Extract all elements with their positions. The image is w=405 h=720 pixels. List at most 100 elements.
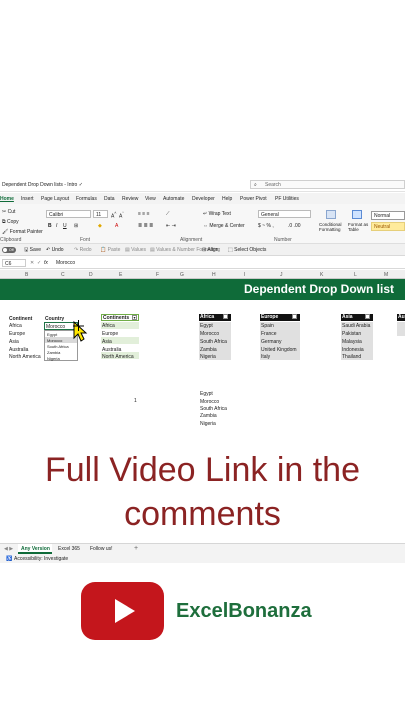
youtube-play-button[interactable] — [81, 582, 164, 640]
africa-cell[interactable]: Egypt — [200, 323, 213, 329]
paste-values-button[interactable]: ▤ Values — [125, 247, 146, 253]
africa-cell[interactable]: South Africa — [200, 339, 227, 345]
continent-cell[interactable]: North America — [9, 354, 41, 360]
font-size-select[interactable]: 11 — [93, 210, 108, 218]
europe-cell[interactable]: Germany — [261, 339, 282, 345]
tab-page-layout[interactable]: Page Layout — [41, 196, 69, 202]
filter-dropdown-icon[interactable]: ▾ — [132, 315, 137, 320]
format-as-table-button[interactable]: Format as Table — [348, 222, 370, 232]
paste-button[interactable]: 📋 Paste — [100, 247, 120, 253]
col-header[interactable]: H — [212, 272, 216, 278]
continent-cell[interactable]: Africa — [9, 323, 22, 329]
orientation-icon[interactable]: ⟋ — [166, 211, 170, 217]
formula-input[interactable]: Morocco — [52, 259, 404, 267]
col-header[interactable]: G — [180, 272, 184, 278]
undo-button[interactable]: ↶ Undo — [46, 247, 64, 253]
italic-button[interactable]: I — [56, 223, 57, 229]
currency-icon[interactable]: $ ~ % , — [258, 223, 274, 229]
tab-view[interactable]: View — [145, 196, 156, 202]
align-left-icon[interactable]: ≣ ≣ ≣ — [138, 223, 153, 229]
europe-cell[interactable]: France — [261, 331, 277, 337]
col-header[interactable]: I — [244, 272, 245, 278]
underline-button[interactable]: U — [63, 223, 67, 229]
fx-icon[interactable]: fx — [44, 260, 48, 266]
africa-cell[interactable]: Morocco — [200, 331, 219, 337]
format-as-table-icon[interactable] — [352, 210, 362, 219]
col-header[interactable]: B — [25, 272, 28, 278]
font-color-icon[interactable]: A — [115, 223, 118, 229]
decimal-icon[interactable]: .0 .00 — [288, 223, 301, 229]
add-sheet-button[interactable]: + — [134, 545, 138, 553]
tab-home[interactable]: Home — [0, 196, 14, 202]
col-header[interactable]: E — [119, 272, 122, 278]
style-normal[interactable]: Normal — [371, 211, 405, 220]
tab-power-pivot[interactable]: Power Pivot — [240, 196, 267, 202]
tab-nav-icon[interactable]: ◀ ▶ — [4, 546, 13, 552]
tab-pf-utilities[interactable]: PF Utilities — [275, 196, 299, 202]
continent-cell[interactable]: Asia — [9, 339, 19, 345]
align-button[interactable]: ⊟ Align — [202, 247, 218, 253]
enter-icon[interactable]: ✓ — [37, 260, 41, 266]
shrink-font-icon[interactable]: Aˇ — [119, 211, 124, 220]
sheet-tab[interactable]: Excel 365 — [58, 546, 80, 552]
col-header[interactable]: K — [320, 272, 323, 278]
asia-cell[interactable]: Indonesia — [342, 347, 364, 353]
continent-cell[interactable]: Australia — [9, 347, 28, 353]
spill-cell[interactable]: Zambia — [200, 413, 217, 419]
index-value[interactable]: 1 — [134, 398, 137, 404]
tab-formulas[interactable]: Formulas — [76, 196, 97, 202]
cut-button[interactable]: ✂ Cut — [2, 209, 15, 215]
tab-help[interactable]: Help — [222, 196, 232, 202]
conditional-formatting-icon[interactable] — [326, 210, 336, 219]
europe-cell[interactable]: Italy — [261, 354, 270, 360]
bold-button[interactable]: B — [48, 223, 52, 229]
tab-insert[interactable]: Insert — [21, 196, 34, 202]
font-name-select[interactable]: Calibri — [46, 210, 91, 218]
continent-cell[interactable]: Europe — [9, 331, 25, 337]
col-header[interactable]: J — [280, 272, 283, 278]
col-header[interactable]: D — [89, 272, 93, 278]
filter-dropdown-icon[interactable]: ▾ — [365, 314, 370, 319]
number-format-select[interactable]: General — [258, 210, 311, 218]
wrap-text-button[interactable]: ↵ Wrap Text — [203, 211, 231, 217]
format-painter-button[interactable]: 🖌 Format Painter — [2, 229, 43, 235]
sheet-tab[interactable]: Follow us! — [90, 546, 113, 552]
spill-cell[interactable]: South Africa — [200, 406, 227, 412]
tab-automate[interactable]: Automate — [163, 196, 184, 202]
continents-cell[interactable]: North America — [102, 354, 134, 360]
sheet-tab-active[interactable]: Any Version — [18, 544, 52, 554]
accessibility-status[interactable]: Accessibility: Investigate — [14, 556, 68, 562]
spill-cell[interactable]: Egypt — [200, 391, 213, 397]
col-header[interactable]: M — [384, 272, 388, 278]
tab-developer[interactable]: Developer — [192, 196, 215, 202]
name-box[interactable]: C6 — [2, 259, 26, 267]
merge-center-button[interactable]: ⇔ Merge & Center — [203, 223, 245, 229]
align-top-icon[interactable]: ≡ ≡ ≡ — [138, 211, 150, 217]
filter-dropdown-icon[interactable]: ▾ — [292, 314, 297, 319]
europe-cell[interactable]: United Kingdom — [261, 347, 297, 353]
cancel-icon[interactable]: ✕ — [30, 260, 34, 266]
europe-cell[interactable]: Spain — [261, 323, 274, 329]
save-button[interactable]: 🖫 Save — [24, 247, 41, 253]
tab-review[interactable]: Review — [122, 196, 138, 202]
search-box[interactable]: ⌕ Search — [250, 180, 405, 189]
copy-button[interactable]: ⧉ Copy — [2, 219, 19, 225]
dropdown-option[interactable]: Zambia — [47, 350, 60, 355]
conditional-formatting-button[interactable]: Conditional Formatting — [319, 222, 347, 232]
spill-cell[interactable]: Nigeria — [200, 421, 216, 427]
style-neutral[interactable]: Neutral — [371, 222, 405, 231]
borders-icon[interactable]: ⊞ — [74, 223, 78, 229]
continents-cell[interactable]: Africa — [102, 323, 115, 329]
spill-cell[interactable]: Morocco — [200, 399, 219, 405]
redo-button[interactable]: ↷ Redo — [74, 247, 92, 253]
continents-cell[interactable]: Asia — [102, 339, 112, 345]
asia-cell[interactable]: Pakistan — [342, 331, 361, 337]
asia-cell[interactable]: Saudi Arabia — [342, 323, 370, 329]
africa-cell[interactable]: Nigeria — [200, 354, 216, 360]
col-header[interactable]: F — [156, 272, 159, 278]
col-header[interactable]: C — [61, 272, 65, 278]
indent-icon[interactable]: ⇤ ⇥ — [166, 223, 176, 229]
dropdown-option[interactable]: South Africa — [47, 344, 69, 349]
asia-cell[interactable]: Malaysia — [342, 339, 362, 345]
select-objects-button[interactable]: ⬚ Select Objects — [228, 247, 266, 253]
